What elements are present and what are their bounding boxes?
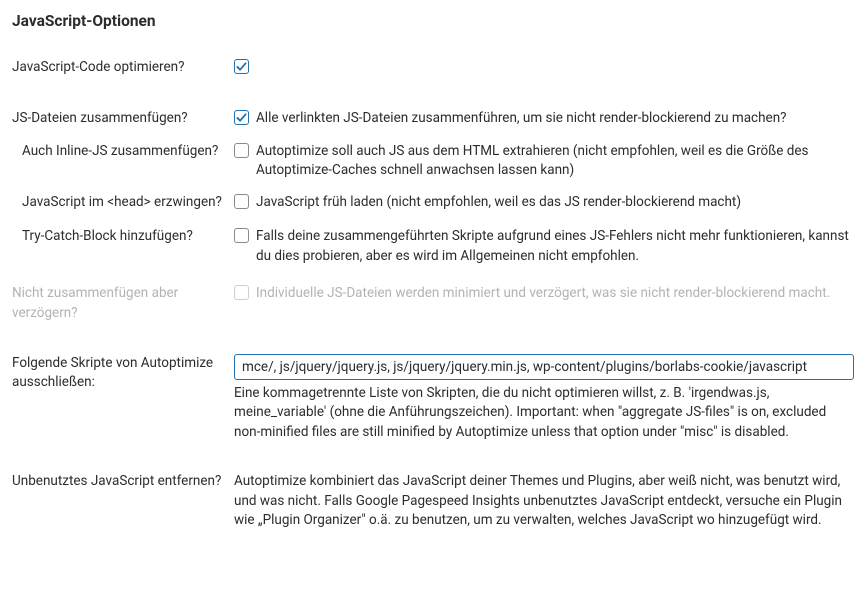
label-trycatch-js: Try-Catch-Block hinzufügen? [12,227,234,247]
desc-defer-js: Individuelle JS-Dateien werden minimiert… [256,284,855,304]
checkbox-inline-js[interactable] [234,143,249,158]
checkbox-forcehead-js[interactable] [234,194,249,209]
label-exclude-js: Folgende Skripte von Autoptimize ausschl… [12,354,234,393]
desc-trycatch-js: Falls deine zusammengeführten Skripte au… [256,227,855,266]
input-exclude-js[interactable] [234,354,854,380]
section-title: JavaScript-Optionen [12,10,855,32]
desc-unused-js: Autoptimize kombiniert das JavaScript de… [234,472,855,531]
checkbox-trycatch-js[interactable] [234,228,249,243]
desc-inline-js: Autoptimize soll auch JS aus dem HTML ex… [256,142,855,181]
desc-aggregate-js: Alle verlinkten JS-Dateien zusammenführe… [256,109,855,129]
checkbox-aggregate-js[interactable] [234,110,249,125]
checkbox-defer-js [234,285,249,300]
checkbox-optimize-js[interactable] [234,59,249,74]
desc-forcehead-js: JavaScript früh laden (nicht empfohlen, … [256,193,855,213]
help-exclude-js: Eine kommagetrennte Liste von Skripten, … [234,384,854,443]
label-optimize-js: JavaScript-Code optimieren? [12,58,234,78]
label-forcehead-js: JavaScript im <head> erzwingen? [12,193,234,213]
label-inline-js: Auch Inline-JS zusammenfügen? [12,142,234,162]
label-aggregate-js: JS-Dateien zusammenfügen? [12,109,234,129]
label-unused-js: Unbenutztes JavaScript entfernen? [12,472,234,492]
label-defer-js: Nicht zusammenfügen aber verzögern? [12,284,234,323]
